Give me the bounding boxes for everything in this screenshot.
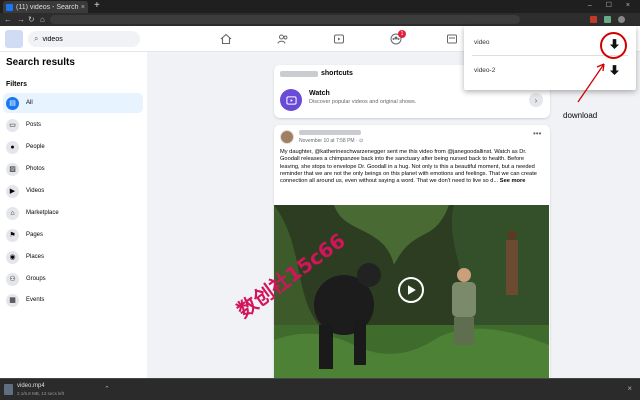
posts-icon: ▭ xyxy=(6,118,19,132)
watch-icon[interactable] xyxy=(280,89,302,111)
left-sidebar: Search results Filters ▤ All ▭ Posts ● P… xyxy=(0,52,147,378)
marketplace-icon: ⌂ xyxy=(6,206,19,220)
events-icon: ▦ xyxy=(6,293,19,307)
sidebar-item-all[interactable]: ▤ All xyxy=(3,93,143,113)
reload-icon[interactable]: ↻ xyxy=(28,14,35,25)
post-text: My daughter, @katherineschwarzenegger se… xyxy=(280,149,544,185)
sidebar-item-events[interactable]: ▦ Events xyxy=(3,290,143,310)
sidebar-item-marketplace[interactable]: ⌂ Marketplace xyxy=(3,203,143,223)
download-shelf: video.mp4 2.1/6.8 MB, 13 secs left ⌃ × xyxy=(0,378,640,400)
address-bar: ← → ↻ ⌂ xyxy=(0,13,640,26)
friends-nav-icon[interactable] xyxy=(275,31,291,47)
home-icon[interactable]: ⌂ xyxy=(40,14,45,25)
sidebar-item-photos[interactable]: ▨ Photos xyxy=(3,159,143,179)
sidebar-item-posts[interactable]: ▭ Posts xyxy=(3,115,143,135)
sidebar-item-label: Pages xyxy=(26,232,44,238)
extension-icon[interactable] xyxy=(604,16,611,23)
tab-close-icon[interactable]: × xyxy=(81,4,85,11)
more-options-icon[interactable]: ••• xyxy=(533,129,541,138)
gaming-nav-icon[interactable] xyxy=(444,31,460,47)
people-icon: ● xyxy=(6,140,19,154)
redacted-author-name xyxy=(299,130,361,135)
chevron-up-icon[interactable]: ⌃ xyxy=(104,385,110,393)
sidebar-item-label: Videos xyxy=(26,188,45,194)
facebook-favicon-icon xyxy=(6,3,13,11)
play-icon[interactable] xyxy=(398,277,424,303)
page-title: Search results xyxy=(6,57,75,68)
post-timestamp[interactable]: November 10 at 7:58 PM · ⊙ xyxy=(299,138,363,144)
download-filename[interactable]: video.mp4 xyxy=(17,383,45,389)
pages-icon: ⚑ xyxy=(6,228,19,242)
sidebar-item-label: Posts xyxy=(26,122,42,128)
sidebar-item-people[interactable]: ● People xyxy=(3,137,143,157)
file-icon xyxy=(4,384,13,395)
photos-icon: ▨ xyxy=(6,162,19,176)
new-tab-button[interactable]: + xyxy=(94,0,100,12)
extension-icon[interactable] xyxy=(590,16,597,23)
sidebar-item-label: Photos xyxy=(26,166,45,172)
watch-shortcut-title[interactable]: Watch xyxy=(309,90,330,97)
video-player[interactable] xyxy=(274,205,549,379)
sidebar-item-groups[interactable]: ⚇ Groups xyxy=(3,269,143,289)
url-input[interactable] xyxy=(50,15,520,24)
places-icon: ◉ xyxy=(6,250,19,264)
notification-badge: 1 xyxy=(398,30,406,38)
profile-icon[interactable] xyxy=(618,16,625,23)
search-icon: ⌕ xyxy=(34,34,39,43)
watch-shortcut-description: Discover popular videos and original sho… xyxy=(309,99,417,105)
filters-heading: Filters xyxy=(6,81,28,88)
chevron-right-icon[interactable]: › xyxy=(529,93,543,107)
close-icon[interactable]: × xyxy=(627,384,632,393)
home-nav-icon[interactable] xyxy=(218,31,234,47)
sidebar-item-label: Events xyxy=(26,297,45,303)
forward-icon[interactable]: → xyxy=(17,14,25,25)
sidebar-item-label: Places xyxy=(26,254,45,260)
sidebar-item-places[interactable]: ◉ Places xyxy=(3,247,143,267)
download-option-label: video xyxy=(474,38,490,46)
download-option-label: video-2 xyxy=(474,66,496,74)
sidebar-item-pages[interactable]: ⚑ Pages xyxy=(3,225,143,245)
sidebar-item-label: People xyxy=(26,144,45,150)
window-controls[interactable]: – ☐ × xyxy=(588,1,636,9)
sidebar-item-videos[interactable]: ▶ Videos xyxy=(3,181,143,201)
browser-tab[interactable]: (11) videos - Search Results × xyxy=(3,1,88,13)
search-box[interactable]: ⌕ xyxy=(28,31,140,47)
facebook-logo[interactable] xyxy=(5,30,23,48)
see-more-link[interactable]: See more xyxy=(500,178,526,184)
redacted-name xyxy=(280,71,318,77)
annotation-arrow xyxy=(577,63,605,103)
screen: (11) videos - Search Results × + – ☐ × ←… xyxy=(0,0,640,400)
watch-nav-icon[interactable] xyxy=(331,31,347,47)
shortcuts-heading: shortcuts xyxy=(321,70,353,77)
tab-title: (11) videos - Search Results xyxy=(16,3,79,11)
feed-icon: ▤ xyxy=(6,96,19,110)
post-body: My daughter, @katherineschwarzenegger se… xyxy=(280,149,537,185)
videos-icon: ▶ xyxy=(6,184,19,198)
sidebar-item-label: Marketplace xyxy=(26,210,59,216)
browser-tab-bar: (11) videos - Search Results × + – ☐ × xyxy=(0,0,640,13)
avatar[interactable] xyxy=(280,130,294,144)
annotation-label: download xyxy=(563,111,598,120)
sidebar-item-label: All xyxy=(26,100,33,106)
back-icon[interactable]: ← xyxy=(4,14,12,25)
groups-icon: ⚇ xyxy=(6,272,19,286)
download-progress: 2.1/6.8 MB, 13 secs left xyxy=(17,391,65,396)
annotation-circle xyxy=(600,32,627,59)
search-input[interactable] xyxy=(42,35,123,43)
sidebar-item-label: Groups xyxy=(26,276,46,282)
